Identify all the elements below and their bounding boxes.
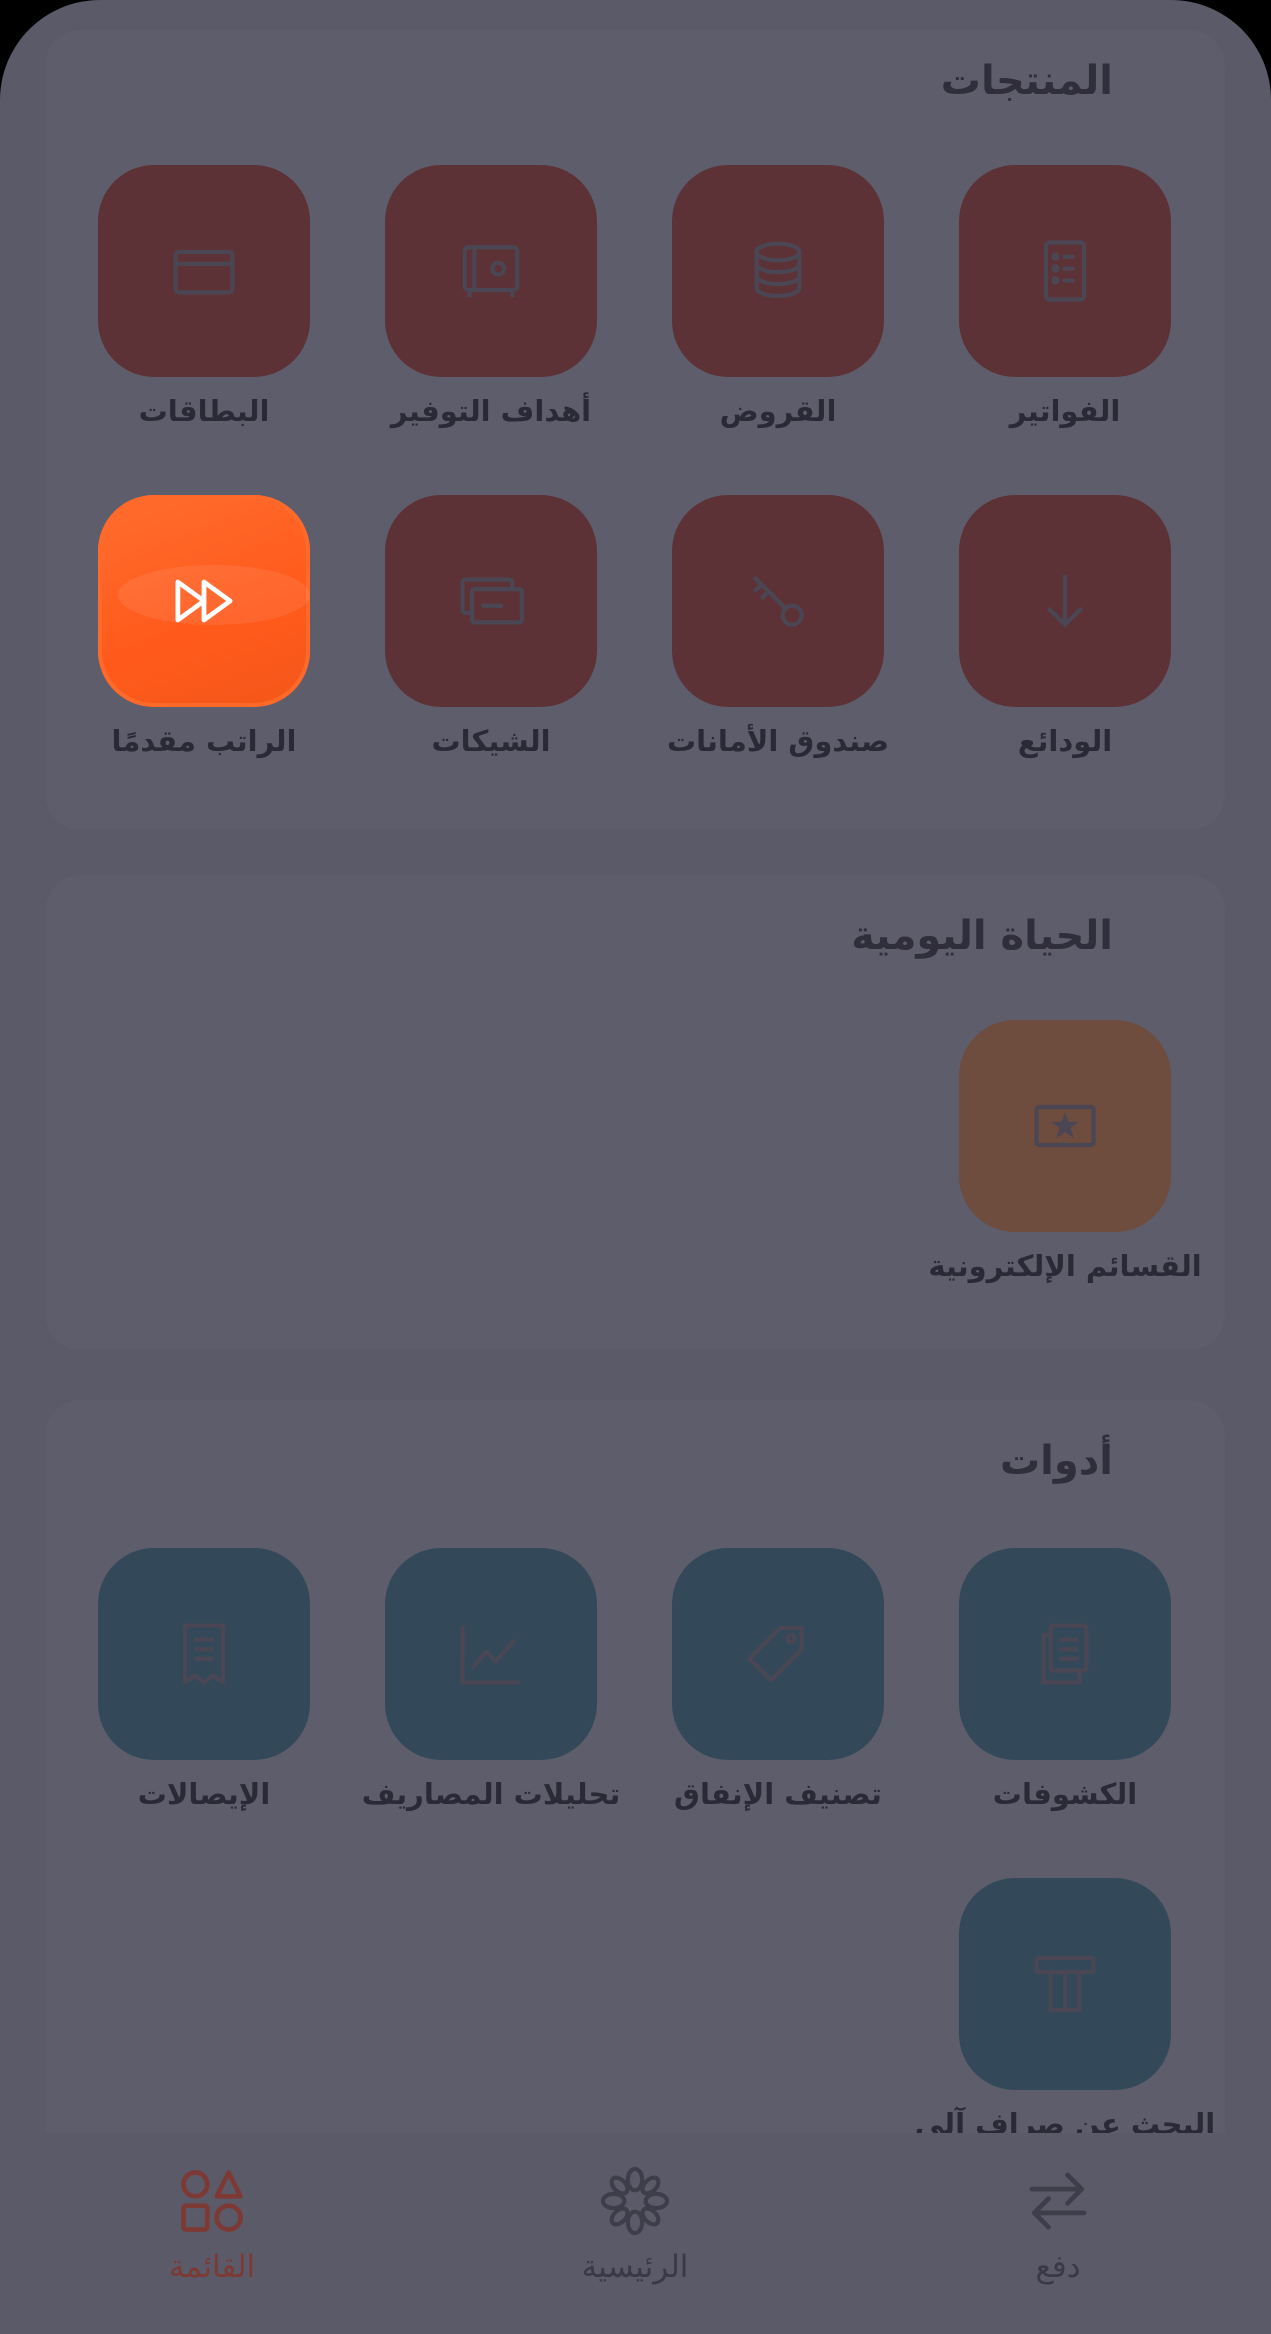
tile-expense-analytics[interactable]: تحليلات المصاريف — [341, 1548, 641, 1833]
tile-invoices[interactable]: الفواتير — [915, 165, 1215, 450]
tab-home[interactable]: الرئيسية — [485, 2163, 785, 2303]
tile-icon-box — [98, 1548, 310, 1760]
tile-icon-box — [385, 165, 597, 377]
section-title-daily-life: الحياة اليومية — [851, 913, 1113, 959]
tab-label: القائمة — [168, 2249, 256, 2285]
card-icon — [173, 249, 235, 295]
tile-safe-deposit-box[interactable]: صندوق الأمانات — [628, 495, 928, 780]
tile-receipts[interactable]: الإيصالات — [54, 1548, 354, 1833]
tile-cheques[interactable]: الشيكات — [341, 495, 641, 780]
tile-savings-goals[interactable]: أهداف التوفير — [341, 165, 641, 450]
tab-label: دفع — [1035, 2249, 1081, 2285]
tile-icon-box — [385, 495, 597, 707]
tile-icon-box — [959, 165, 1171, 377]
safe-icon — [462, 245, 520, 298]
arrow-down-icon — [1046, 574, 1084, 628]
tile-deposits[interactable]: الودائع — [915, 495, 1215, 780]
tile-icon-box — [959, 1020, 1171, 1232]
tile-spending-classification[interactable]: تصنيف الإنفاق — [628, 1548, 928, 1833]
products-section: المنتجات الفواتير القروض أهداف التوفير ا… — [45, 30, 1225, 830]
tab-menu[interactable]: القائمة — [62, 2163, 362, 2303]
receipt-icon — [182, 1623, 226, 1685]
tile-icon-box — [959, 1548, 1171, 1760]
tile-icon-box — [98, 495, 310, 707]
transfer-arrows-icon — [1029, 2172, 1087, 2230]
tools-section: أدوات الكشوفات تصنيف الإنفاق تحليلات الم… — [45, 1400, 1225, 2200]
tile-label: تصنيف الإنفاق — [674, 1777, 882, 1811]
tile-e-vouchers[interactable]: القسائم الإلكترونية — [915, 1020, 1215, 1305]
tile-label: الشيكات — [431, 724, 551, 758]
tile-icon-box — [672, 1548, 884, 1760]
tab-label: الرئيسية — [581, 2249, 689, 2285]
menu-screen: المنتجات الفواتير القروض أهداف التوفير ا… — [0, 0, 1271, 2334]
shapes-menu-icon — [181, 2170, 243, 2232]
tile-label: أهداف التوفير — [390, 394, 592, 428]
home-logo-icon — [600, 2166, 670, 2236]
invoice-icon — [1043, 240, 1087, 302]
bottom-tab-bar: دفع الرئيسية القائمة — [0, 2133, 1271, 2334]
tile-label: الودائع — [1017, 724, 1113, 758]
tile-label: الكشوفات — [992, 1777, 1138, 1811]
voucher-star-icon — [1034, 1104, 1096, 1148]
tile-label: القروض — [719, 394, 837, 428]
tile-atm-finder[interactable]: البحث عن صراف آلي — [915, 1878, 1215, 2163]
tile-label: البطاقات — [138, 394, 270, 428]
tile-cards[interactable]: البطاقات — [54, 165, 354, 450]
tile-icon-box — [959, 1878, 1171, 2090]
daily-life-section: الحياة اليومية القسائم الإلكترونية — [45, 875, 1225, 1350]
key-icon — [752, 575, 804, 627]
section-title-products: المنتجات — [940, 58, 1113, 104]
tile-loans[interactable]: القروض — [628, 165, 928, 450]
tile-icon-box — [672, 165, 884, 377]
tag-icon — [747, 1625, 804, 1683]
tile-label: الراتب مقدمًا — [111, 724, 297, 758]
section-title-tools: أدوات — [999, 1438, 1113, 1484]
tab-pay[interactable]: دفع — [908, 2163, 1208, 2303]
fast-forward-icon — [175, 579, 233, 623]
tile-label: صندوق الأمانات — [667, 724, 889, 758]
tile-icon-box — [98, 165, 310, 377]
atm-icon — [1034, 1955, 1096, 2013]
coins-stack-icon — [754, 241, 802, 299]
tile-label: القسائم الإلكترونية — [928, 1249, 1202, 1283]
statements-icon — [1041, 1623, 1089, 1685]
tile-icon-box — [672, 495, 884, 707]
line-chart-icon — [460, 1625, 520, 1685]
tile-salary-advance[interactable]: الراتب مقدمًا — [54, 495, 354, 780]
tile-icon-box — [959, 495, 1171, 707]
tile-label: تحليلات المصاريف — [361, 1777, 621, 1811]
tile-icon-box — [385, 1548, 597, 1760]
tile-label: الإيصالات — [137, 1777, 271, 1811]
cheques-icon — [460, 577, 524, 625]
tile-label: الفواتير — [1009, 394, 1121, 428]
tile-statements[interactable]: الكشوفات — [915, 1548, 1215, 1833]
